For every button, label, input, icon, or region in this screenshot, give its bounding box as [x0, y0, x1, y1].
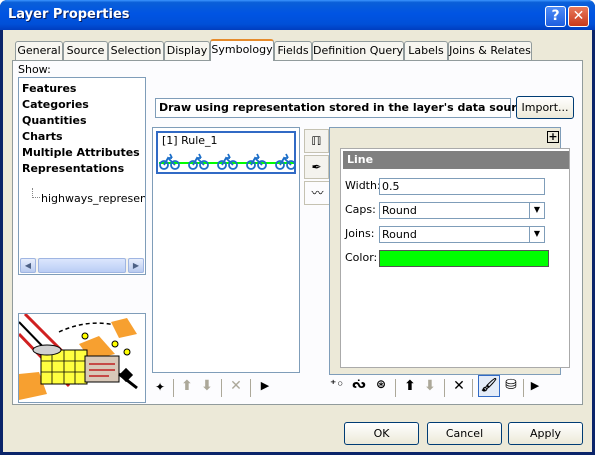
add-marker-layer-icon[interactable]: ⁺◦	[327, 377, 347, 391]
chevron-down-icon[interactable]: ▼	[529, 203, 544, 218]
caps-label: Caps:	[345, 203, 376, 216]
joins-select[interactable]: Round ▼	[379, 226, 545, 243]
renderer-description: Draw using representation stored in the …	[155, 98, 535, 118]
layer-move-up-icon[interactable]: ⬆	[402, 378, 418, 394]
expand-icon[interactable]: +	[547, 131, 559, 143]
dialog-body: General Source Selection Display Symbolo…	[3, 30, 592, 452]
tab-source[interactable]: Source	[63, 41, 108, 60]
window-title: Layer Properties	[8, 7, 130, 22]
width-input[interactable]: 0.5	[379, 178, 545, 195]
tree-item-quantities[interactable]: Quantities	[22, 114, 87, 127]
layer-move-down-icon[interactable]: ⬇	[422, 378, 438, 394]
tab-labels[interactable]: Labels	[404, 41, 448, 60]
toolbar-separator	[173, 379, 174, 397]
symbology-panel: Show: Features Categories Quantities Cha…	[12, 60, 583, 405]
tab-selection[interactable]: Selection	[108, 41, 164, 60]
toolbar-separator	[395, 379, 396, 397]
color-swatch[interactable]	[379, 250, 549, 267]
cylinder-icon[interactable]: ⛁	[502, 377, 520, 393]
add-fill-layer-icon[interactable]: ⊛	[371, 377, 391, 391]
rule-label: [1] Rule_1	[162, 134, 218, 147]
close-button[interactable]: ✕	[568, 6, 589, 27]
renderer-tree: Features Categories Quantities Charts Mu…	[18, 77, 146, 275]
rule-list: [1] Rule_1	[152, 127, 300, 373]
point-layer-tab-icon[interactable]: ✒	[304, 155, 329, 179]
symbol-type-tabs: ℿ ✒ 〰	[304, 129, 331, 237]
toolbar-separator	[221, 379, 222, 397]
line-properties: Line Width: 0.5 Caps: Round ▼ Joins: Rou…	[340, 148, 570, 368]
map-preview-icon	[19, 314, 145, 402]
tab-display[interactable]: Display	[164, 41, 210, 60]
ok-button[interactable]: OK	[344, 422, 419, 445]
delete-rule-icon[interactable]: ✕	[228, 378, 244, 394]
joins-value: Round	[382, 228, 417, 241]
toolbar-separator	[444, 379, 445, 397]
scroll-left-icon[interactable]: ◀	[20, 258, 36, 273]
scroll-thumb[interactable]	[38, 258, 126, 273]
help-button[interactable]: ?	[545, 6, 566, 27]
line-header: Line	[343, 151, 569, 169]
tree-horizontal-scrollbar[interactable]: ◀ ▶	[20, 258, 144, 273]
toolbar-separator	[250, 379, 251, 397]
tab-general[interactable]: General	[15, 41, 63, 60]
paintbrush-icon[interactable]: 🖌	[478, 375, 500, 397]
tab-joins-relates[interactable]: Joins & Relates	[448, 41, 532, 60]
tree-connector	[32, 188, 40, 198]
cancel-button[interactable]: Cancel	[427, 422, 502, 445]
stroke-layer-tab-icon[interactable]: 〰	[304, 181, 331, 205]
title-bar[interactable]: Layer Properties ? ✕	[0, 0, 595, 30]
play-arrow-icon[interactable]: ▶	[259, 379, 271, 392]
rule-item[interactable]: [1] Rule_1	[156, 131, 296, 174]
caps-value: Round	[382, 204, 417, 217]
marker-layer-tab-icon[interactable]: ℿ	[304, 129, 329, 153]
tab-fields[interactable]: Fields	[274, 41, 312, 60]
tree-item-highways-representation[interactable]: highways_representat	[41, 192, 145, 205]
delete-layer-icon[interactable]: ✕	[451, 378, 467, 394]
color-label: Color:	[345, 251, 378, 264]
add-rule-icon[interactable]: ✦	[154, 380, 166, 394]
tab-definition-query[interactable]: Definition Query	[312, 41, 404, 60]
chevron-down-icon[interactable]: ▼	[529, 227, 544, 242]
show-label: Show:	[18, 63, 51, 76]
add-stroke-layer-icon[interactable]: ᔔ	[349, 377, 369, 391]
tree-item-representations[interactable]: Representations	[22, 162, 124, 175]
tab-symbology[interactable]: Symbology	[210, 39, 274, 61]
width-label: Width:	[345, 179, 381, 192]
caps-select[interactable]: Round ▼	[379, 202, 545, 219]
toolbar-separator	[523, 379, 524, 397]
move-up-icon[interactable]: ⬆	[179, 378, 195, 394]
symbol-properties-panel: + Line Width: 0.5 Caps: Round ▼ Joins: R…	[329, 127, 570, 375]
renderer-preview-image	[18, 313, 146, 403]
layer-properties-window: Layer Properties ? ✕ General Source Sele…	[0, 0, 595, 455]
scroll-right-icon[interactable]: ▶	[128, 258, 144, 273]
bicycle-line-symbol-icon	[159, 153, 295, 170]
joins-label: Joins:	[345, 227, 375, 240]
tree-item-categories[interactable]: Categories	[22, 98, 89, 111]
tree-item-features[interactable]: Features	[22, 82, 76, 95]
move-down-icon[interactable]: ⬇	[199, 378, 215, 394]
toolbar-separator	[472, 379, 473, 397]
tree-item-multiple-attributes[interactable]: Multiple Attributes	[22, 146, 140, 159]
apply-button[interactable]: Apply	[508, 422, 583, 445]
play-arrow-icon[interactable]: ▶	[529, 379, 541, 392]
tree-item-charts[interactable]: Charts	[22, 130, 63, 143]
import-button[interactable]: Import...	[516, 96, 574, 119]
